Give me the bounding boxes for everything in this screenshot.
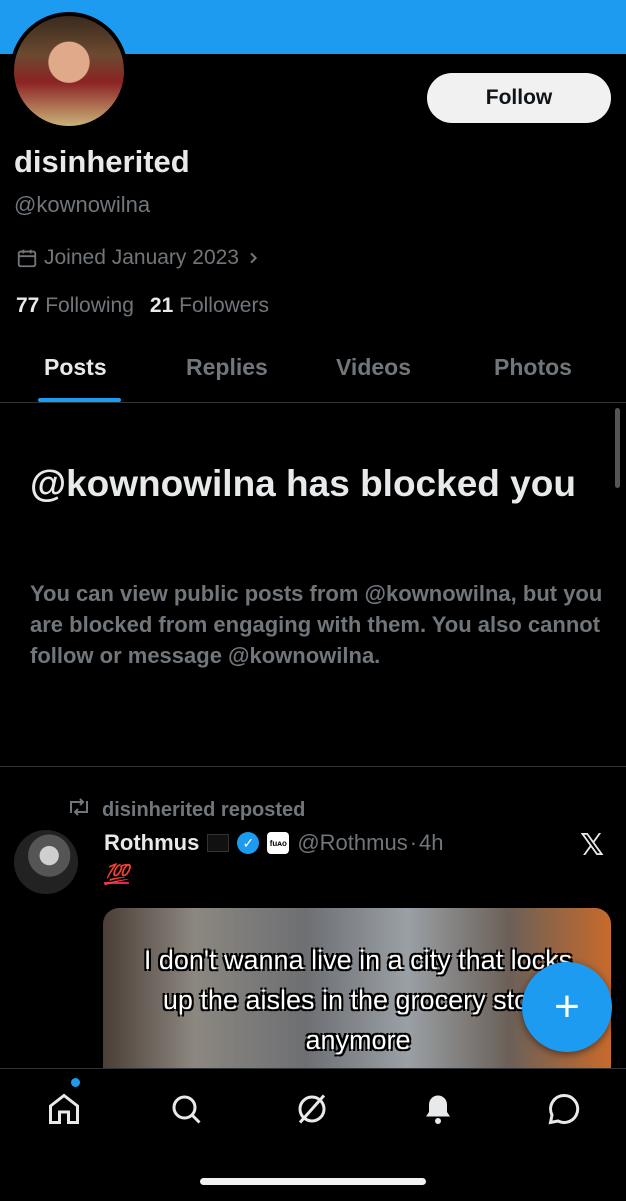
post-author-handle[interactable]: @Rothmus [297, 830, 407, 856]
tab-posts[interactable]: Posts [44, 354, 107, 381]
media-caption: I don't wanna live in a city that locks … [143, 945, 573, 1055]
following-label: Following [45, 294, 134, 317]
followers-label: Followers [179, 294, 269, 317]
post-time[interactable]: 4h [419, 830, 443, 856]
followers-count: 21 [149, 294, 174, 317]
tab-photos[interactable]: Photos [494, 354, 572, 381]
blocked-description: You can view public posts from @kownowil… [30, 581, 603, 668]
following-link[interactable]: 77 Following [16, 294, 134, 318]
joined-text: Joined January 2023 [44, 246, 239, 269]
follow-button[interactable]: Follow [427, 73, 611, 123]
avatar-image [14, 16, 124, 126]
chevron-right-icon [245, 250, 261, 266]
new-posts-dot [71, 1078, 80, 1087]
grok-icon[interactable] [290, 1087, 334, 1131]
home-indicator-bar [200, 1178, 426, 1185]
affiliate-badge-icon: fuᴀo [267, 832, 290, 854]
flag-icon [207, 834, 230, 852]
follow-stats: 77 Following 21 Followers [16, 294, 269, 318]
tab-videos[interactable]: Videos [336, 354, 411, 381]
post-author-avatar[interactable] [14, 830, 78, 894]
profile-avatar[interactable] [10, 12, 128, 130]
post-separator: · [409, 830, 418, 855]
search-icon[interactable] [164, 1087, 208, 1131]
profile-handle: @kownowilna [14, 192, 151, 217]
compose-plus-icon[interactable]: + [522, 962, 612, 1052]
x-logo-icon: 𝕏 [580, 829, 605, 862]
messages-icon[interactable] [542, 1087, 586, 1131]
scrollbar[interactable] [615, 408, 620, 488]
post-header: Rothmus ✓ fuᴀo @Rothmus · 4h [104, 830, 444, 856]
post-text: 💯 [104, 864, 129, 886]
divider [0, 766, 626, 767]
active-tab-indicator [38, 398, 121, 402]
joined-date[interactable]: Joined January 2023 [16, 246, 261, 270]
repost-icon [66, 796, 92, 824]
tab-replies[interactable]: Replies [186, 354, 268, 381]
profile-tabs: Posts Replies Videos Photos [0, 340, 626, 403]
post-author-name[interactable]: Rothmus [104, 830, 199, 856]
repost-indicator: disinherited reposted [66, 796, 305, 824]
blocked-title: @kownowilna has blocked you [30, 463, 576, 504]
home-icon[interactable] [42, 1087, 86, 1131]
verified-badge-icon: ✓ [237, 832, 260, 854]
profile-display-name: disinherited [14, 144, 190, 179]
calendar-icon [16, 247, 38, 269]
followers-link[interactable]: 21 Followers [150, 294, 269, 318]
following-count: 77 [16, 294, 40, 317]
notifications-icon[interactable] [416, 1087, 460, 1131]
repost-text: disinherited reposted [102, 798, 306, 821]
